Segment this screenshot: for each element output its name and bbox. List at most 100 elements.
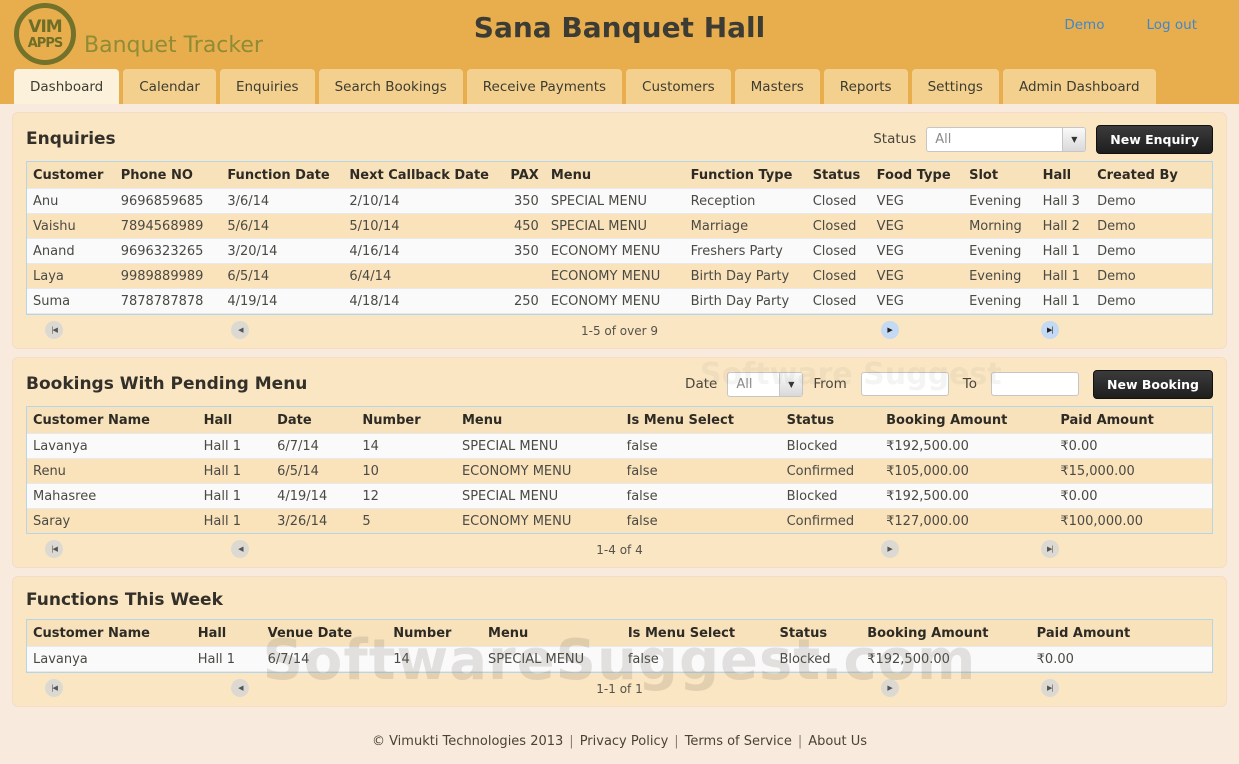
column-header[interactable]: Number [387,620,483,647]
column-header[interactable]: Hall [197,407,272,434]
table-row[interactable]: Renu Hall 1 6/5/14 10 ECONOMY MENU false Confi… [27,458,1212,484]
table-row[interactable]: Vaishu 7894568989 5/6/14 5/10/14 450 SPECIAL … [27,213,1212,239]
column-header[interactable]: Is Menu Select [621,620,774,647]
next-page-button[interactable]: ▶ [880,679,899,697]
column-header[interactable]: Next Callback Date [343,162,503,189]
column-header[interactable]: Menu [482,620,622,647]
bookings-table-wrap: Customer Name Hall Date Number Menu Is Menu S… [26,406,1213,534]
table-cell: 14 [387,646,483,672]
column-header[interactable]: Status [806,162,871,189]
enquiries-title: Enquiries [26,129,116,149]
tab-calendar[interactable]: Calendar [123,69,216,104]
table-cell: 9696323265 [114,238,222,264]
tab-enquiries[interactable]: Enquiries [219,69,315,104]
tab-reports[interactable]: Reports [823,69,908,104]
status-select[interactable]: All ▼ [926,126,1087,152]
column-header[interactable]: Status [780,407,881,434]
chevron-down-icon[interactable]: ▼ [779,372,803,396]
table-cell: 3/20/14 [221,238,344,264]
chevron-down-icon[interactable]: ▼ [1062,127,1086,151]
column-header[interactable]: Customer Name [27,407,198,434]
table-cell: Anu [27,188,115,214]
table-row[interactable]: Lavanya Hall 1 6/7/14 14 SPECIAL MENU false Bl… [27,646,1212,672]
column-header[interactable]: Phone NO [114,162,222,189]
table-row[interactable]: Saray Hall 1 3/26/14 5 ECONOMY MENU false Conf… [27,508,1212,533]
column-header[interactable]: Hall [1036,162,1092,189]
table-cell [502,263,545,289]
table-cell: ECONOMY MENU [544,238,685,264]
footer-link-terms-of-service[interactable]: Terms of Service [685,734,792,749]
column-header[interactable]: Is Menu Select [620,407,781,434]
footer-separator: | [797,734,803,749]
tab-settings[interactable]: Settings [911,69,999,104]
tab-admin-dashboard[interactable]: Admin Dashboard [1002,69,1156,104]
tab-receive-payments[interactable]: Receive Payments [466,69,623,104]
logout-link[interactable]: Log out [1146,17,1197,33]
tab-masters[interactable]: Masters [734,69,820,104]
footer-link-about-us[interactable]: About Us [808,734,867,749]
tab-dashboard[interactable]: Dashboard [14,69,120,104]
last-page-button[interactable]: ▶| [1040,540,1059,558]
next-page-button[interactable]: ▶ [880,321,899,339]
column-header[interactable]: Created By [1091,162,1212,189]
table-cell: Hall 1 [1036,238,1092,264]
column-header[interactable]: Paid Amount [1030,620,1212,647]
table-row[interactable]: Suma 7878787878 4/19/14 4/18/14 250 ECONOMY M… [27,288,1212,314]
column-header[interactable]: Venue Date [261,620,388,647]
table-cell: 4/19/14 [221,288,344,314]
table-cell: Renu [27,458,198,484]
table-cell: Blocked [773,646,862,672]
table-cell: VEG [870,213,964,239]
column-header[interactable]: Food Type [870,162,964,189]
last-page-button[interactable]: ▶| [1040,321,1059,339]
table-cell: Closed [806,213,871,239]
table-cell: Demo [1091,213,1212,239]
from-date-input[interactable] [860,372,949,396]
column-header[interactable]: Hall [191,620,262,647]
table-row[interactable]: Anand 9696323265 3/20/14 4/16/14 350 ECONOMY … [27,238,1212,264]
table-row[interactable]: Lavanya Hall 1 6/7/14 14 SPECIAL MENU false Bl… [27,433,1212,459]
column-header[interactable]: Booking Amount [861,620,1031,647]
new-enquiry-button[interactable]: New Enquiry [1096,124,1213,154]
next-page-button[interactable]: ▶ [880,540,899,558]
table-cell: Hall 1 [197,508,272,533]
table-cell: Confirmed [780,458,881,484]
column-header[interactable]: Customer [27,162,115,189]
column-header[interactable]: Slot [963,162,1037,189]
column-header[interactable]: Function Date [221,162,344,189]
table-cell: Blocked [780,433,881,459]
column-header[interactable]: Number [356,407,456,434]
user-links: Demo Log out [1064,17,1197,33]
tab-search-bookings[interactable]: Search Bookings [318,69,463,104]
table-row[interactable]: Anu 9696859685 3/6/14 2/10/14 350 SPECIAL MEN… [27,188,1212,214]
column-header[interactable]: PAX [502,162,545,189]
date-select-value: All [736,376,753,392]
table-cell: Morning [963,213,1037,239]
table-cell: SPECIAL MENU [544,213,685,239]
from-label: From [813,376,847,392]
column-header[interactable]: Status [773,620,862,647]
column-header[interactable]: Menu [455,407,621,434]
date-select[interactable]: All ▼ [727,371,804,397]
tab-customers[interactable]: Customers [626,69,731,104]
top-header: VIM APPS Banquet Tracker Sana Banquet Ha… [0,0,1239,104]
new-booking-button[interactable]: New Booking [1093,369,1213,399]
table-cell: Hall 1 [1036,288,1092,314]
footer-link-privacy-policy[interactable]: Privacy Policy [580,734,669,749]
column-header[interactable]: Menu [544,162,685,189]
table-cell: Suma [27,288,115,314]
column-header[interactable]: Date [271,407,357,434]
table-cell: Demo [1091,263,1212,289]
to-date-input[interactable] [991,372,1079,396]
table-row[interactable]: Mahasree Hall 1 4/19/14 12 SPECIAL MENU false… [27,483,1212,509]
table-cell: Lavanya [27,646,192,672]
user-link[interactable]: Demo [1064,17,1104,33]
table-cell: Blocked [780,483,881,509]
column-header[interactable]: Function Type [684,162,807,189]
last-page-button[interactable]: ▶| [1040,679,1059,697]
column-header[interactable]: Paid Amount [1054,407,1212,434]
column-header[interactable]: Booking Amount [880,407,1055,434]
column-header[interactable]: Customer Name [27,620,192,647]
table-row[interactable]: Laya 9989889989 6/5/14 6/4/14 ECONOMY MENU Bi… [27,263,1212,289]
table-cell: 450 [502,213,545,239]
